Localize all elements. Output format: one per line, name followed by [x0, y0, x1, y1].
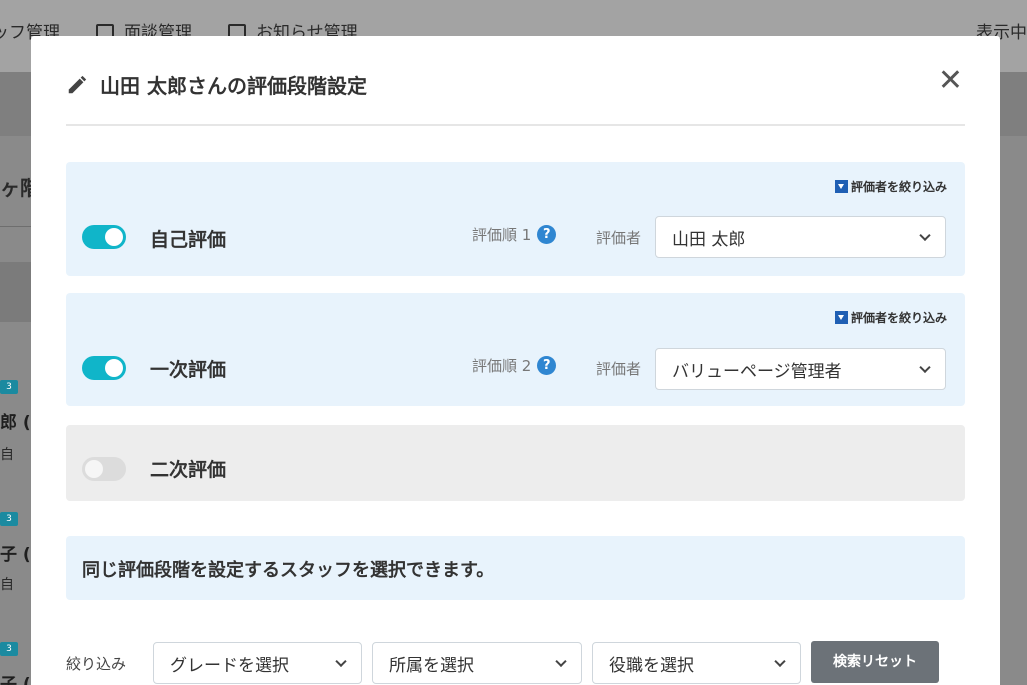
- stage-label: 自己評価: [150, 229, 227, 251]
- stage-panel-first: 評価者を絞り込み 一次評価 評価順 2 ? 評価者 バリューページ管理者: [66, 293, 965, 406]
- help-icon[interactable]: ?: [537, 356, 557, 375]
- chevron-down-icon: [555, 655, 567, 668]
- evaluation-stage-modal: 山田 太郎さんの評価段階設定 ✕ 評価者を絞り込み 自己評価 評価順 1 ? 評…: [31, 36, 1000, 685]
- stage-toggle-self[interactable]: [82, 225, 126, 249]
- chevron-down-icon: [774, 655, 786, 668]
- modal-title: 山田 太郎さんの評価段階設定: [66, 70, 367, 99]
- search-reset-button[interactable]: 検索リセット: [811, 641, 939, 683]
- stage-label: 一次評価: [150, 359, 227, 381]
- stage-panel-self: 評価者を絞り込み 自己評価 評価順 1 ? 評価者 山田 太郎: [66, 162, 965, 276]
- dropdown-square-icon: [834, 180, 848, 193]
- filter-evaluators-link[interactable]: 評価者を絞り込み: [834, 309, 947, 326]
- stage-toggle-second[interactable]: [82, 457, 126, 481]
- stage-label: 二次評価: [150, 459, 227, 481]
- background-sub: 自: [0, 577, 14, 593]
- dropdown-square-icon: [834, 311, 848, 324]
- close-icon[interactable]: ✕: [938, 66, 963, 96]
- position-select[interactable]: 役職を選択: [592, 642, 801, 684]
- staff-filter-row: 絞り込み グレードを選択 所属を選択 役職を選択 検索リセット: [66, 641, 965, 684]
- pencil-icon: [68, 75, 87, 93]
- evaluator-label: 評価者: [596, 229, 642, 247]
- modal-header: 山田 太郎さんの評価段階設定 ✕: [66, 66, 965, 126]
- filter-label: 絞り込み: [66, 655, 127, 673]
- stage-panel-second: 二次評価: [66, 425, 965, 501]
- background-badge: 3: [0, 642, 18, 656]
- stage-toggle-first[interactable]: [82, 356, 126, 380]
- evaluator-label: 評価者: [596, 360, 642, 378]
- evaluator-select[interactable]: バリューページ管理者: [655, 348, 946, 390]
- background-name: 子 (: [0, 675, 31, 685]
- filter-evaluators-link[interactable]: 評価者を絞り込み: [834, 178, 947, 195]
- chevron-down-icon: [919, 229, 931, 242]
- background-badge: 3: [0, 512, 18, 526]
- chevron-down-icon: [335, 655, 347, 668]
- background-badge: 3: [0, 380, 18, 394]
- evaluator-select[interactable]: 山田 太郎: [655, 216, 946, 258]
- background-name: 子 (: [0, 545, 31, 565]
- help-icon[interactable]: ?: [537, 225, 557, 244]
- notice-text: 同じ評価段階を設定するスタッフを選択できます。: [82, 560, 495, 581]
- chevron-down-icon: [919, 361, 931, 374]
- background-name: 郎 (: [0, 413, 31, 433]
- evaluation-order: 評価順 1 ?: [472, 224, 557, 245]
- notice-box: 同じ評価段階を設定するスタッフを選択できます。: [66, 536, 965, 600]
- evaluation-order: 評価順 2 ?: [472, 355, 557, 376]
- grade-select[interactable]: グレードを選択: [153, 642, 362, 684]
- background-sub: 自: [0, 447, 14, 463]
- department-select[interactable]: 所属を選択: [372, 642, 582, 684]
